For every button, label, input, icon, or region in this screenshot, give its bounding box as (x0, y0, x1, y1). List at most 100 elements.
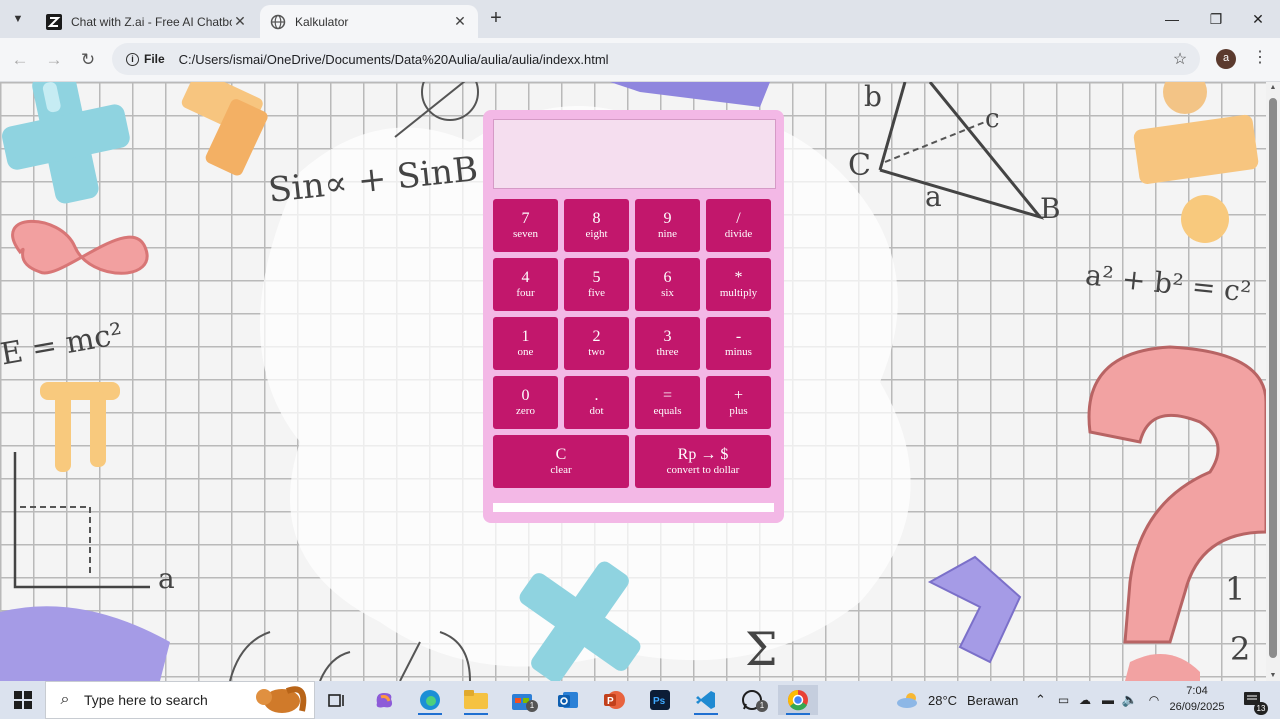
fraction-denominator: 2 (1230, 630, 1251, 668)
tab-title: Chat with Z.ai - Free AI Chatbot (71, 14, 232, 29)
key-eight[interactable]: 8 eight (564, 199, 629, 252)
notification-center-icon[interactable]: 13 (1238, 681, 1268, 719)
photoshop-icon[interactable]: Ps (640, 685, 680, 715)
key-symbol: 1 (521, 328, 530, 345)
key-multiply[interactable]: * multiply (706, 258, 771, 311)
edge-browser-icon[interactable] (410, 685, 450, 715)
tab-zai-chat[interactable]: Chat with Z.ai - Free AI Chatbot ✕ (36, 5, 258, 38)
key-one[interactable]: 1 one (493, 317, 558, 370)
meet-now-icon[interactable]: ▭ (1056, 681, 1071, 719)
key-label: eight (585, 228, 608, 240)
key-label: four (516, 287, 535, 299)
search-highlight-squirrel-icon (256, 686, 307, 713)
key-label: multiply (719, 287, 758, 299)
reload-icon[interactable]: ↻ (74, 46, 102, 74)
back-arrow-icon[interactable]: ← (6, 46, 34, 74)
calculator-display (493, 119, 776, 189)
tab-strip: ▼ Chat with Z.ai - Free AI Chatbot ✕ Kal… (0, 0, 1280, 38)
weather-temp: 28°C (928, 692, 958, 708)
key-three[interactable]: 3 three (635, 317, 700, 370)
key-five[interactable]: 5 five (564, 258, 629, 311)
key-label: minus (725, 346, 752, 358)
wifi-icon[interactable]: ◠ (1146, 681, 1162, 719)
store-badge: 1 (526, 700, 538, 712)
chrome-icon[interactable] (778, 685, 818, 715)
battery-icon[interactable]: ▬ (1100, 681, 1116, 719)
chevron-up-icon[interactable]: ⌃ (1033, 681, 1048, 719)
close-tab-icon[interactable]: ✕ (452, 13, 468, 30)
close-window-icon[interactable]: ✕ (1236, 0, 1280, 38)
key-label: divide (724, 228, 753, 240)
page-viewport: Sin∝ + SinB E = mc² a² + b² = c² b c C a… (0, 82, 1266, 681)
fraction-numerator: 1 (1225, 570, 1246, 608)
onedrive-offline-icon[interactable]: ☁ (1077, 681, 1093, 719)
address-bar[interactable]: i File C:/Users/ismai/OneDrive/Documents… (112, 43, 1200, 75)
key-equals[interactable]: = equals (635, 376, 700, 429)
task-view-icon[interactable] (317, 685, 357, 715)
calculator-panel: 7 seven 8 eight 9 nine / divide 4 four 5… (483, 110, 784, 523)
running-indicator (464, 713, 488, 715)
volume-icon[interactable]: 🔈 (1122, 681, 1138, 719)
key-symbol: 6 (663, 269, 672, 286)
key-label: five (587, 287, 606, 299)
new-tab-button[interactable]: + (484, 7, 508, 31)
tab-search-chevron-icon[interactable]: ▼ (6, 7, 30, 31)
minimize-icon[interactable]: — (1150, 0, 1194, 38)
copilot-icon[interactable] (364, 685, 404, 715)
triangle-label-c: c (985, 104, 1000, 134)
sigma-symbol: Σ (745, 622, 778, 676)
bookmark-star-icon[interactable]: ☆ (1166, 49, 1194, 69)
key-four[interactable]: 4 four (493, 258, 558, 311)
whatsapp-icon[interactable]: 1 (732, 685, 772, 715)
tab-kalkulator[interactable]: Kalkulator ✕ (260, 5, 478, 38)
svg-text:Ps: Ps (653, 696, 666, 707)
close-tab-icon[interactable]: ✕ (232, 13, 248, 30)
key-nine[interactable]: 9 nine (635, 199, 700, 252)
outlook-icon[interactable] (548, 685, 588, 715)
whatsapp-badge: 1 (756, 700, 768, 712)
microsoft-store-icon[interactable]: 1 (502, 685, 542, 715)
key-label: one (517, 346, 534, 358)
file-explorer-icon[interactable] (456, 685, 496, 715)
key-symbol: 4 (521, 269, 530, 286)
key-seven[interactable]: 7 seven (493, 199, 558, 252)
powerpoint-icon[interactable]: P (594, 685, 634, 715)
key-two[interactable]: 2 two (564, 317, 629, 370)
key-label: equals (653, 405, 682, 417)
key-six[interactable]: 6 six (635, 258, 700, 311)
browser-menu-icon[interactable]: ⋮ (1250, 47, 1270, 71)
page-scrollbar[interactable]: ▲ ▼ (1266, 82, 1280, 681)
restore-icon[interactable]: ❐ (1194, 0, 1238, 38)
key-symbol: 0 (521, 387, 530, 404)
profile-avatar[interactable]: a (1216, 49, 1236, 69)
taskbar-search-box[interactable]: ⌕ Type here to search (45, 681, 315, 719)
key-plus[interactable]: + plus (706, 376, 771, 429)
vscode-icon[interactable] (686, 685, 726, 715)
key-minus[interactable]: - minus (706, 317, 771, 370)
scrollbar-thumb[interactable] (1269, 98, 1277, 658)
windows-start-icon[interactable] (0, 681, 45, 719)
key-symbol: Rp → $ (677, 446, 729, 463)
triangle-label-a: a (925, 180, 942, 213)
site-info-chip[interactable]: i File (118, 47, 173, 71)
zai-logo-icon (46, 13, 62, 30)
scroll-up-arrow-icon[interactable]: ▲ (1268, 84, 1278, 91)
system-clock[interactable]: 7:04 26/09/2025 (1166, 683, 1228, 715)
convert-to-dollar-button[interactable]: Rp → $ convert to dollar (635, 435, 771, 488)
key-dot[interactable]: . dot (564, 376, 629, 429)
scheme-label: File (144, 52, 165, 66)
forward-arrow-icon[interactable]: → (40, 46, 68, 74)
key-divide[interactable]: / divide (706, 199, 771, 252)
clear-button[interactable]: C clear (493, 435, 629, 488)
scroll-down-arrow-icon[interactable]: ▼ (1268, 672, 1278, 679)
key-label: two (588, 346, 605, 358)
svg-text:P: P (607, 696, 614, 707)
weather-widget[interactable]: 28°C Berawan (896, 681, 1018, 719)
key-label: three (656, 346, 679, 358)
url-text[interactable]: C:/Users/ismai/OneDrive/Documents/Data%2… (179, 52, 1166, 67)
key-zero[interactable]: 0 zero (493, 376, 558, 429)
key-symbol: 9 (663, 210, 672, 227)
conversion-result-bar (493, 503, 774, 512)
triangle-label-b: b (864, 82, 882, 113)
key-symbol: C (555, 446, 567, 463)
